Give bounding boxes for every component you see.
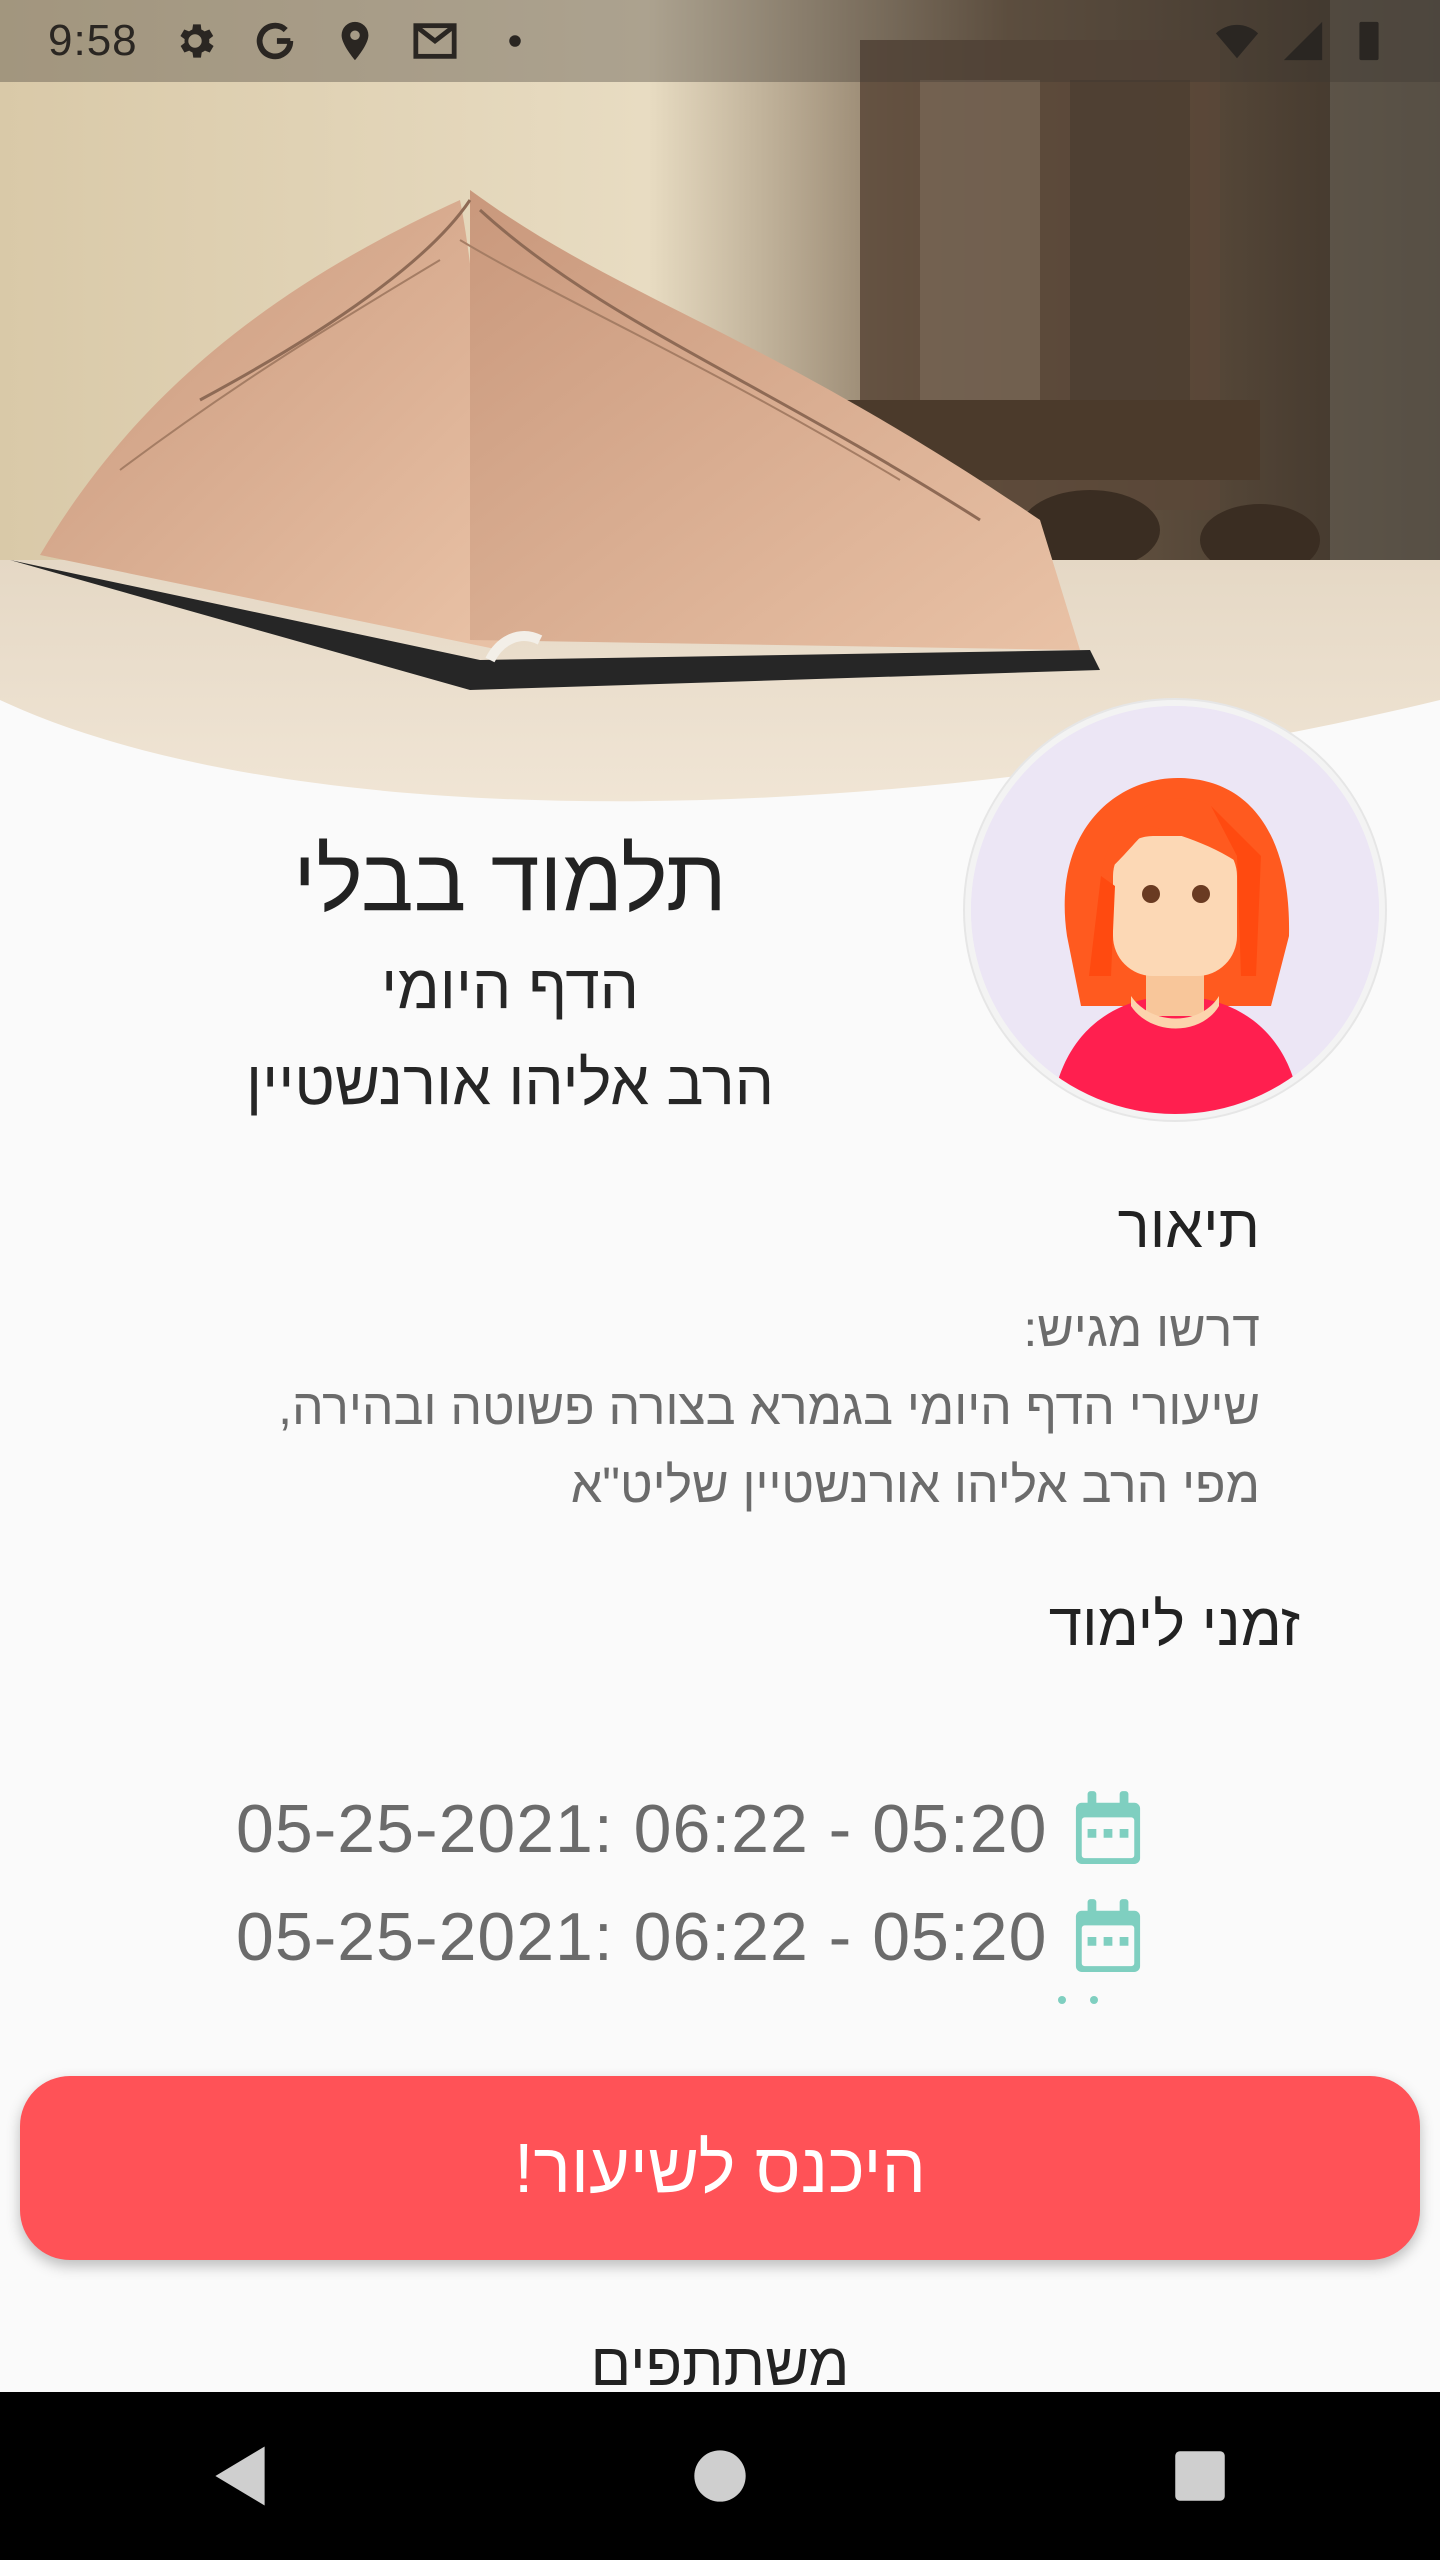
course-subtitle: הדף היומי [381, 953, 639, 1022]
recents-button[interactable] [1140, 2416, 1260, 2536]
schedule-heading: זמני לימוד [1048, 1591, 1300, 1658]
wifi-icon [1215, 24, 1259, 59]
home-circle-icon [694, 2450, 746, 2502]
description-line: מפי הרב אליהו אורנשטיין שליט"א [570, 1457, 1260, 1513]
schedule-item: 05-25-2021: 06:22 - 05:20 [236, 1775, 1143, 1883]
hero-image [0, 0, 1440, 820]
back-button[interactable] [180, 2416, 300, 2536]
settings-icon [180, 24, 214, 58]
location-icon [341, 21, 369, 61]
course-title: תלמוד בבלי [293, 830, 727, 929]
participants-heading: משתתפים [590, 2331, 850, 2392]
schedule-time: 05-25-2021: 06:22 - 05:20 [236, 1791, 1048, 1867]
course-info: תלמוד בבלי הדף היומי הרב אליהו אורנשטיין [120, 820, 900, 1132]
schedule-list[interactable]: 05-25-2021: 06:22 - 05:20 05-25-2021: 06… [236, 1775, 1143, 1991]
schedule-item: 05-25-2021: 06:22 - 05:20 [236, 1883, 1143, 1991]
description-heading: תיאור [1117, 1193, 1260, 1260]
navigation-bar [0, 2392, 1440, 2560]
description-text: דרשו מגיש: שיעורי הדף היומי בגמרא בצורה … [60, 1290, 1260, 1524]
book-photo [0, 0, 1440, 820]
enter-lesson-button[interactable]: היכנס לשיעור! [20, 2076, 1420, 2260]
gmail-icon [413, 23, 457, 59]
teacher-name: הרב אליהו אורנשטיין [246, 1049, 774, 1118]
screen: 9:58 תלמוד בבלי הדף היומי הרב אליהו אורנ… [0, 0, 1440, 2560]
signal-icon [1283, 21, 1323, 61]
description-line: שיעורי הדף היומי בגמרא בצורה פשוטה ובהיר… [278, 1379, 1260, 1435]
teacher-avatar [965, 700, 1385, 1120]
female-avatar-icon [971, 706, 1379, 1114]
battery-icon [1359, 21, 1379, 61]
dot-icon [508, 35, 521, 47]
status-time: 9:58 [48, 16, 138, 65]
schedule-time: 05-25-2021: 06:22 - 05:20 [236, 1899, 1048, 1975]
description-line: דרשו מגיש: [1023, 1301, 1260, 1357]
google-icon [256, 22, 293, 60]
recents-square-icon [1175, 2451, 1225, 2501]
back-triangle-icon [215, 2446, 265, 2506]
calendar-icon [1076, 1899, 1141, 1972]
home-button[interactable] [660, 2416, 780, 2536]
status-bar: 9:58 [0, 0, 1440, 82]
more-items-indicator [1058, 1996, 1098, 2004]
calendar-icon [1076, 1791, 1141, 1864]
